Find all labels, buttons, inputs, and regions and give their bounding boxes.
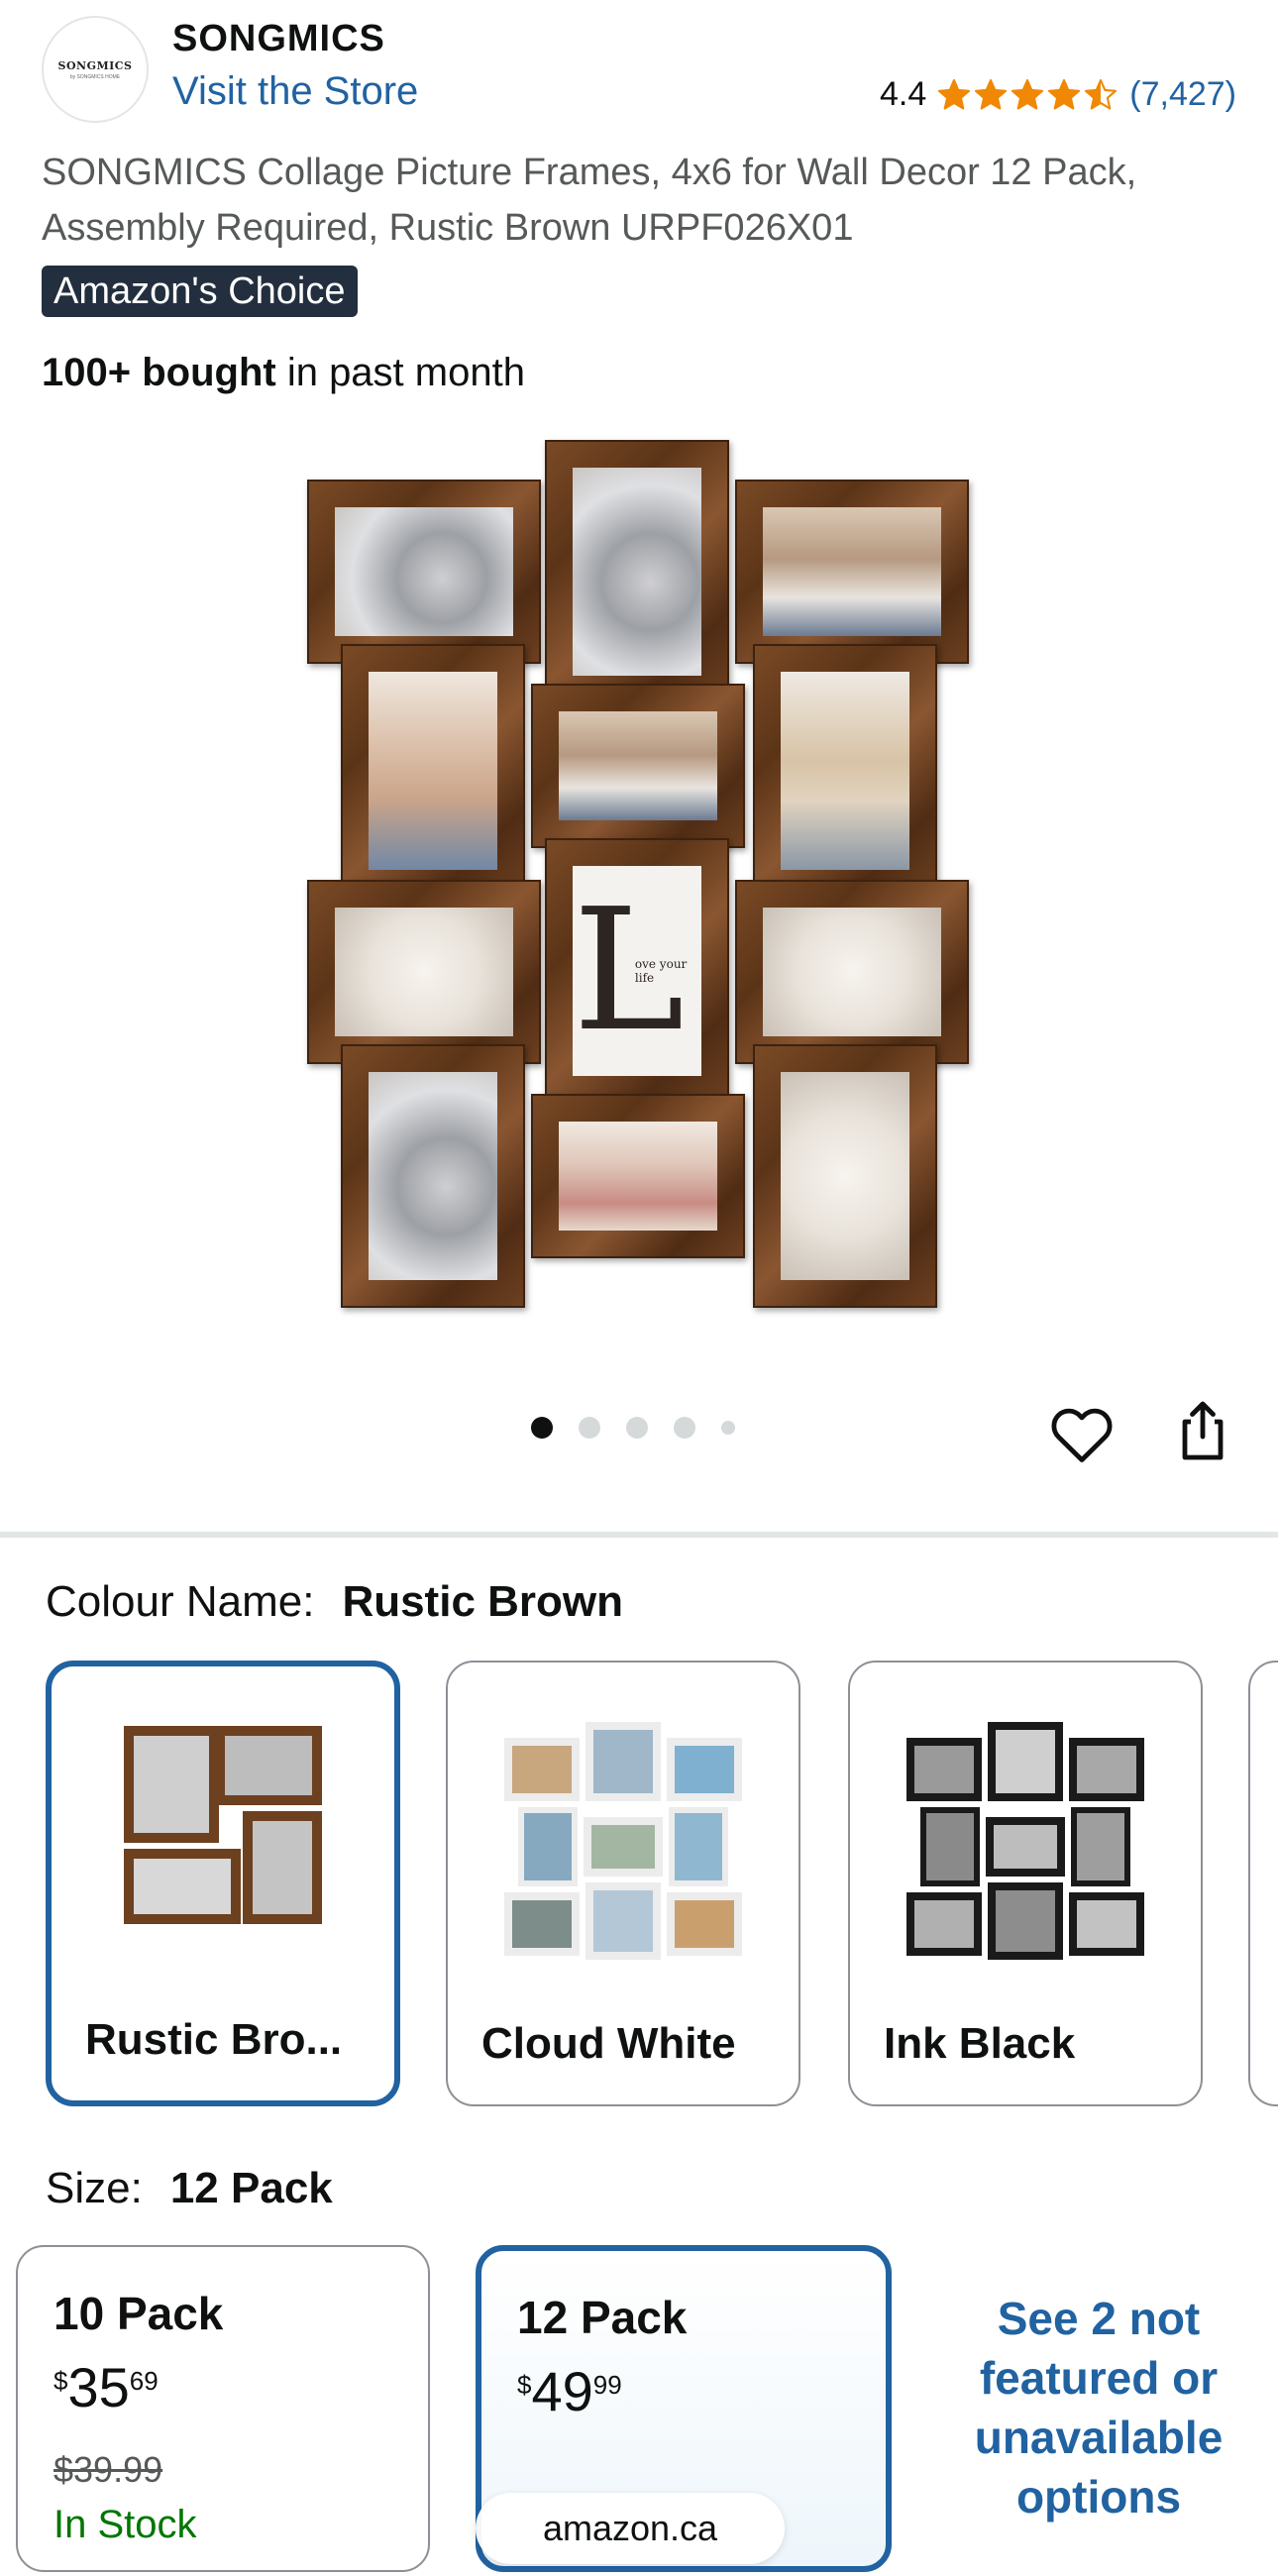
carousel-indicator[interactable] [531, 1417, 761, 1439]
frame-row2-center [531, 684, 745, 848]
colour-option-label: Ink Black [884, 2019, 1076, 2068]
price-fraction: 69 [129, 2366, 159, 2396]
colour-option-next-peek[interactable] [1248, 1661, 1278, 2106]
frame-top-center [545, 440, 729, 703]
amazons-choice-badge[interactable]: Amazon's Choice [42, 266, 358, 317]
frame-row2-right [753, 644, 937, 898]
price-whole: 35 [67, 2356, 130, 2418]
star-half-icon [1085, 78, 1118, 110]
colour-option-ink-black[interactable]: Ink Black [848, 1661, 1203, 2106]
product-main-image[interactable]: L ove your life [307, 440, 971, 1308]
brand-name: SONGMICS [172, 18, 385, 59]
rating-stars [936, 77, 1119, 113]
star-full-icon [975, 78, 1008, 110]
price-fraction: 99 [592, 2370, 622, 2400]
frame-bottom-center [531, 1094, 745, 1258]
price-currency: $ [517, 2370, 532, 2400]
list-price: $39.99 [53, 2449, 163, 2490]
size-option-price: $ 35 69 [53, 2358, 159, 2417]
carousel-dot-active[interactable] [531, 1417, 553, 1439]
colour-option-label: Rustic Bro... [85, 2015, 343, 2064]
size-label: Size: [46, 2164, 143, 2212]
product-title: SONGMICS Collage Picture Frames, 4x6 for… [42, 152, 1137, 249]
colour-label: Colour Name: [46, 1577, 315, 1626]
colour-option-rustic-brown[interactable]: Rustic Bro... [46, 1661, 400, 2106]
size-option-name: 10 Pack [53, 2288, 224, 2339]
visit-store-link[interactable]: Visit the Store [172, 69, 418, 114]
star-full-icon [1048, 78, 1081, 110]
frame-top-right [735, 480, 969, 664]
frame-bottom-left [341, 1044, 525, 1308]
star-full-icon [938, 78, 971, 110]
photo-cats [573, 468, 701, 676]
bought-count: 100+ bought [42, 351, 276, 394]
section-divider [0, 1532, 1278, 1538]
photo-woman-sofa [559, 1122, 717, 1231]
browser-url-bar[interactable]: amazon.ca [476, 2493, 785, 2564]
colour-selector-header: Colour Name: Rustic Brown [46, 1577, 623, 1627]
frame-row3-right [735, 880, 969, 1064]
wishlist-button[interactable] [1046, 1399, 1118, 1470]
product-page: SONGMICS by SONGMICS HOME SONGMICS Visit… [0, 0, 1278, 2576]
brand-logo-text: SONGMICS [57, 58, 133, 72]
size-option-price: $ 49 99 [517, 2362, 622, 2421]
cloud-white-thumbnail [504, 1722, 742, 1960]
frame-row3-left [307, 880, 541, 1064]
frame-row2-left [341, 644, 525, 898]
frame-bottom-right [753, 1044, 937, 1308]
rustic-brown-thumbnail [124, 1726, 322, 1924]
brand-logo[interactable]: SONGMICS by SONGMICS HOME [42, 16, 149, 123]
photo-white-cat [335, 908, 513, 1036]
ink-black-thumbnail [906, 1722, 1144, 1960]
carousel-dot[interactable] [674, 1417, 695, 1439]
colour-option-label: Cloud White [481, 2019, 736, 2068]
photo-kitten [781, 1072, 909, 1280]
carousel-dot[interactable] [721, 1421, 735, 1435]
bought-period: in past month [275, 351, 525, 394]
photo-poster: L ove your life [573, 866, 701, 1076]
star-full-icon [1012, 78, 1044, 110]
colour-selected-value: Rustic Brown [342, 1577, 624, 1626]
price-whole: 49 [531, 2360, 593, 2422]
share-button[interactable] [1167, 1395, 1238, 1466]
see-more-options-link[interactable]: See 2 not featured or unavailable option… [935, 2289, 1262, 2526]
price-currency: $ [53, 2366, 68, 2396]
frame-row3-center: L ove your life [545, 838, 729, 1104]
photo-grey-cat [369, 1072, 497, 1280]
size-option-10-pack[interactable]: 10 Pack $ 35 69 $39.99 In Stock [16, 2245, 430, 2572]
frame-top-left [307, 480, 541, 664]
bought-in-past-month: 100+ bought in past month [42, 351, 525, 395]
brand-logo-subtext: by SONGMICS HOME [69, 73, 121, 80]
share-icon [1182, 1401, 1224, 1460]
photo-cat [335, 507, 513, 636]
carousel-dot[interactable] [626, 1417, 648, 1439]
rating-count-link[interactable]: (7,427) [1129, 75, 1236, 114]
photo-sleeping-cat [763, 908, 941, 1036]
photo-woman [369, 672, 497, 870]
size-option-name: 12 Pack [517, 2292, 688, 2343]
rating-summary[interactable]: 4.4 (7,427) [880, 75, 1236, 114]
size-selector-header: Size: 12 Pack [46, 2164, 333, 2213]
availability-status: In Stock [53, 2503, 197, 2546]
carousel-dot[interactable] [579, 1417, 600, 1439]
photo-couple-2 [559, 711, 717, 820]
rating-value: 4.4 [880, 75, 927, 113]
poster-text: ove your life [634, 957, 688, 985]
size-selected-value: 12 Pack [169, 2164, 333, 2212]
heart-icon [1051, 1408, 1113, 1462]
colour-option-cloud-white[interactable]: Cloud White [446, 1661, 800, 2106]
photo-couple [763, 507, 941, 636]
photo-man [781, 672, 909, 870]
